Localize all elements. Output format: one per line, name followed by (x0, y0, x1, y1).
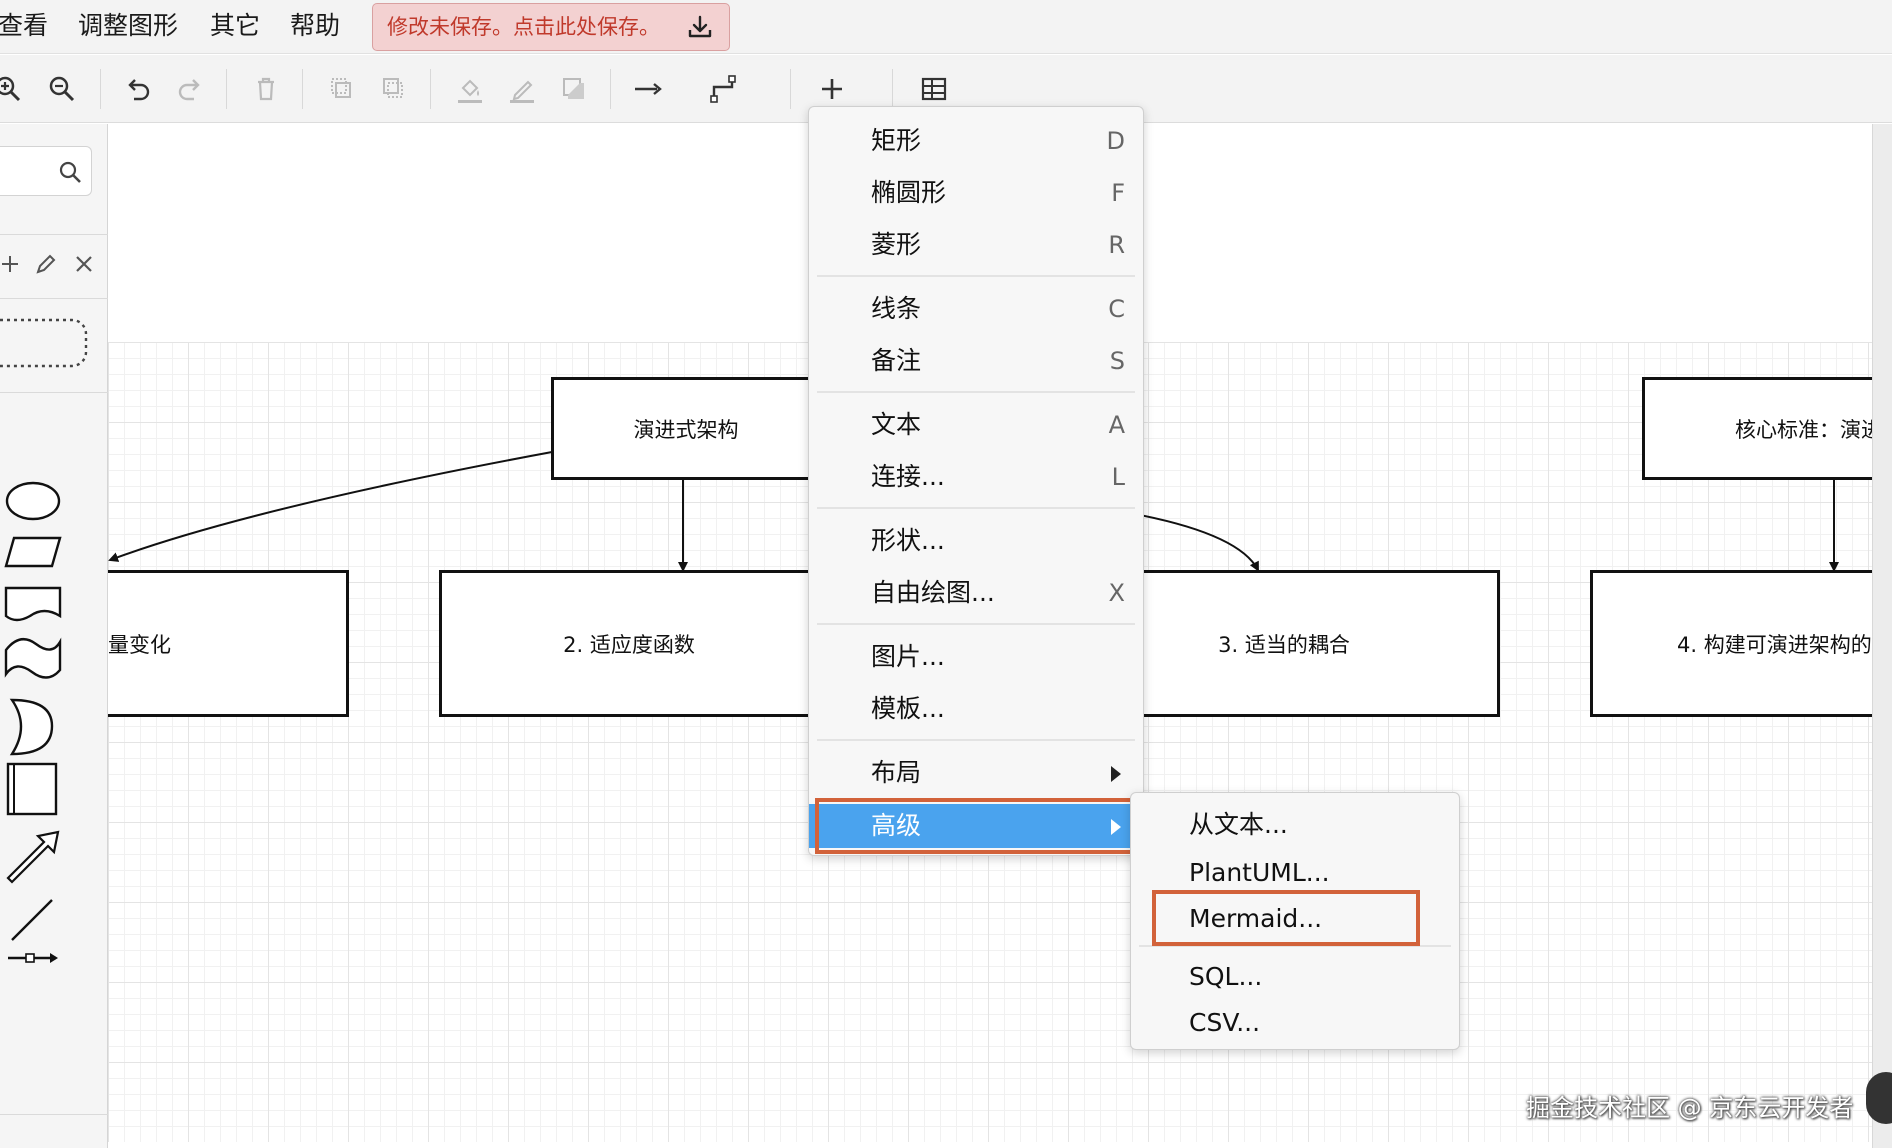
diagram-node-core-standard[interactable]: 核心标准：演进 (1642, 377, 1872, 480)
menu-item-rhombus[interactable]: 菱形 R (809, 223, 1143, 267)
waypoints-icon[interactable] (706, 71, 742, 107)
diagram-node-1[interactable]: 量变化 (108, 570, 349, 717)
menu-item-layout[interactable]: 布局 (809, 751, 1143, 795)
document-shape (4, 586, 62, 622)
menu-item-image[interactable]: 图片... (809, 635, 1143, 679)
menu-separator (817, 275, 1135, 277)
menu-view[interactable]: 查看 (0, 10, 48, 42)
parallelogram-shape (4, 536, 62, 568)
delete-icon[interactable] (248, 71, 284, 107)
panel-divider (0, 234, 108, 235)
container-shape (6, 762, 58, 816)
table-icon[interactable] (916, 71, 952, 107)
menu-item-plantuml[interactable]: PlantUML... (1131, 851, 1459, 895)
menu-item-ellipse[interactable]: 椭圆形 F (809, 171, 1143, 215)
menu-item-freehand[interactable]: 自由绘图... X (809, 571, 1143, 615)
toolbar-separator (430, 69, 431, 109)
menu-separator (817, 623, 1135, 625)
line-color-icon[interactable] (504, 71, 540, 107)
menu-separator (1139, 945, 1451, 947)
menu-item-template[interactable]: 模板... (809, 687, 1143, 731)
shape-search-input[interactable] (0, 146, 92, 196)
insert-plus-icon[interactable] (814, 71, 850, 107)
add-icon[interactable] (0, 252, 20, 276)
menu-separator (817, 739, 1135, 741)
corner-button[interactable] (1866, 1072, 1892, 1124)
advanced-submenu: 从文本... PlantUML... Mermaid... SQL... CSV… (1130, 792, 1460, 1050)
arrow-shape (6, 830, 60, 884)
node-label: 核心标准：演进 (1735, 417, 1872, 442)
menu-item-rectangle[interactable]: 矩形 D (809, 119, 1143, 163)
menu-separator (817, 507, 1135, 509)
shadow-icon[interactable] (556, 71, 592, 107)
undo-icon[interactable] (120, 71, 156, 107)
node-label: 2. 适应度函数 (563, 632, 695, 657)
ellipse-shape (5, 481, 61, 521)
menubar: 查看 调整图形 其它 帮助 修改未保存。点击此处保存。 (0, 0, 1892, 54)
to-back-icon[interactable] (376, 71, 412, 107)
download-icon (688, 15, 712, 38)
menu-item-sql[interactable]: SQL... (1131, 955, 1459, 999)
menu-item-shapes[interactable]: 形状... (809, 519, 1143, 563)
toolbar-separator (790, 69, 791, 109)
menu-item-line[interactable]: 线条 C (809, 287, 1143, 331)
toolbar-separator (892, 69, 893, 109)
node-label: 量变化 (108, 632, 171, 657)
menu-item-text[interactable]: 文本 A (809, 403, 1143, 447)
vertical-scrollbar[interactable] (1872, 124, 1892, 1148)
menu-item-advanced[interactable]: 高级 (809, 804, 1143, 848)
tape-shape (4, 637, 62, 679)
menu-arrange[interactable]: 调整图形 (78, 10, 178, 42)
menu-item-link[interactable]: 连接... L (809, 455, 1143, 499)
close-icon[interactable] (72, 252, 96, 276)
node-label: 3. 适当的耦合 (1218, 632, 1350, 657)
toolbar-separator (100, 69, 101, 109)
redo-icon[interactable] (172, 71, 208, 107)
chevron-right-icon (1111, 766, 1121, 782)
search-icon (59, 161, 81, 183)
edit-icon[interactable] (34, 252, 58, 276)
zoom-in-icon[interactable] (0, 71, 26, 107)
line-shape (11, 899, 53, 941)
to-front-icon[interactable] (324, 71, 360, 107)
panel-divider (0, 392, 108, 393)
chevron-right-icon (1111, 819, 1121, 835)
menu-item-note[interactable]: 备注 S (809, 339, 1143, 383)
storage-shape (9, 698, 54, 756)
menu-extras[interactable]: 其它 (210, 10, 260, 42)
diagram-node-root[interactable]: 演进式架构 (551, 377, 821, 480)
menu-item-from-text[interactable]: 从文本... (1131, 803, 1459, 847)
diagram-node-4[interactable]: 4. 构建可演进架构的 (1590, 570, 1872, 717)
menu-item-mermaid[interactable]: Mermaid... (1131, 897, 1459, 941)
insert-menu: 矩形 D 椭圆形 F 菱形 R 线条 C 备注 S 文本 A 连接... L 形状... 自由… (808, 106, 1144, 856)
unsaved-changes-button[interactable]: 修改未保存。点击此处保存。 (372, 3, 730, 51)
shapes-panel (0, 124, 108, 1148)
menu-separator (817, 391, 1135, 393)
unsaved-notice-text: 修改未保存。点击此处保存。 (387, 15, 660, 39)
zoom-out-icon[interactable] (44, 71, 80, 107)
dashed-rounded-rect-shape[interactable] (0, 314, 92, 374)
panel-divider (0, 1114, 108, 1115)
watermark: 掘金技术社区 @ 京东云开发者 (1526, 1094, 1854, 1122)
panel-divider (0, 298, 108, 299)
general-shapes[interactable] (0, 474, 108, 1148)
node-label: 演进式架构 (633, 417, 739, 442)
node-label: 4. 构建可演进架构的 (1677, 632, 1872, 657)
menu-item-csv[interactable]: CSV... (1131, 1001, 1459, 1045)
diagram-node-2[interactable]: 2. 适应度函数 (439, 570, 819, 717)
toolbar-separator (610, 69, 611, 109)
connection-style-icon[interactable] (630, 71, 666, 107)
menu-help[interactable]: 帮助 (290, 10, 340, 42)
fill-color-icon[interactable] (452, 71, 488, 107)
toolbar-separator (226, 69, 227, 109)
toolbar-separator (302, 69, 303, 109)
